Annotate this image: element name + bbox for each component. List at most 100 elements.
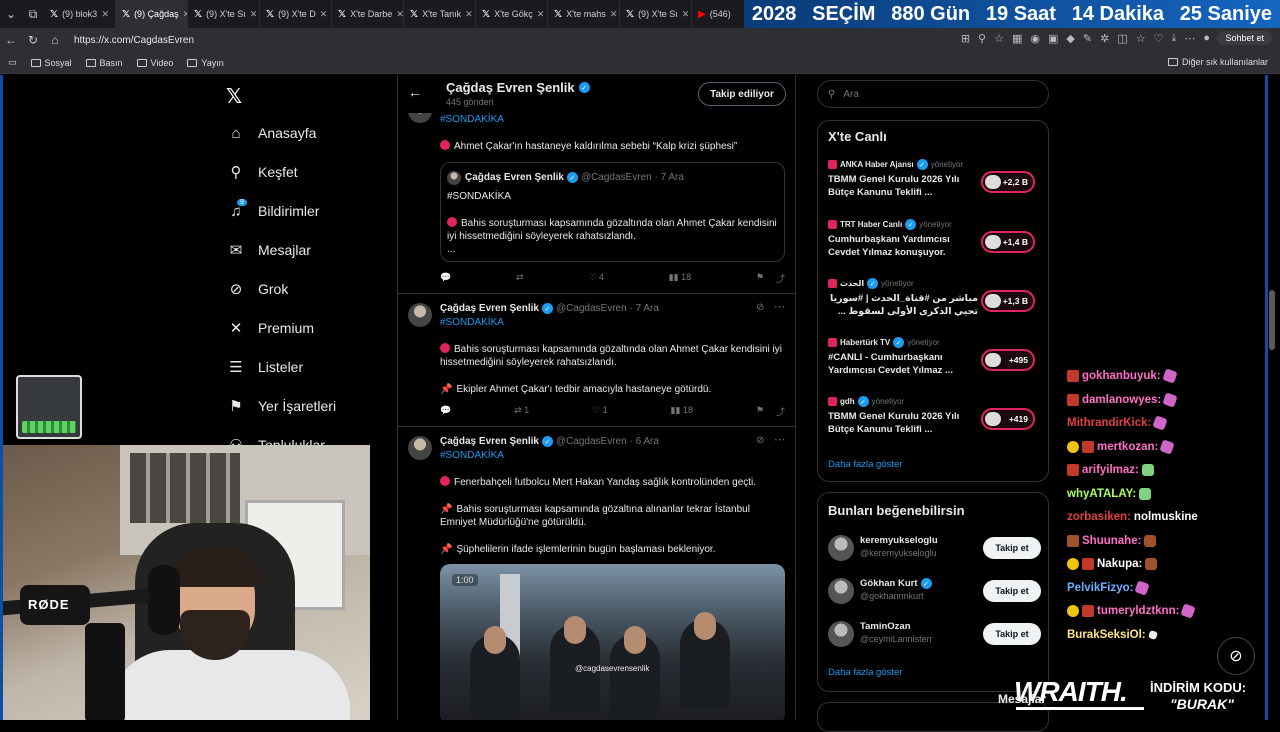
live-item[interactable]: الحدث ✓ yönetiyor مباشر من #قناة_الحدث | #س… bbox=[828, 278, 1043, 318]
split-view-icon[interactable]: ⊞ bbox=[961, 32, 970, 45]
post-hashtag[interactable]: #SONDAKİKA bbox=[440, 317, 504, 328]
follow-button[interactable]: Takip et bbox=[983, 623, 1041, 645]
close-icon[interactable]: ✕ bbox=[682, 9, 690, 20]
share-icon[interactable]: ⤴ bbox=[776, 405, 785, 418]
chat-username[interactable]: Nakupa: bbox=[1097, 558, 1142, 570]
bookmark-folder-other[interactable]: Diğer sık kullanılanlar bbox=[1167, 57, 1268, 67]
close-icon[interactable]: ✕ bbox=[101, 9, 109, 20]
live-listener-badge[interactable]: +1,4 B bbox=[981, 231, 1035, 253]
live-listener-badge[interactable]: +1,3 B bbox=[981, 290, 1035, 312]
suggestions-show-more-link[interactable]: Daha fazla göster bbox=[828, 667, 902, 678]
nav-item-5[interactable]: ✕ Premium bbox=[228, 320, 314, 337]
reload-button[interactable]: ↻ bbox=[22, 33, 44, 47]
live-show-more-link[interactable]: Daha fazla göster bbox=[828, 459, 902, 470]
chat-username[interactable]: PelvikFizyo: bbox=[1067, 582, 1133, 594]
browser-tab[interactable]: 𝕏 X'te Tanık ✕ bbox=[404, 0, 476, 28]
following-button[interactable]: Takip ediliyor bbox=[698, 82, 786, 106]
browser-tab[interactable]: 𝕏 (9) X'te D ✕ bbox=[260, 0, 332, 28]
repost-icon[interactable]: ⇄ bbox=[516, 272, 524, 285]
live-item[interactable]: TRT Haber Canlı ✓ yönetiyor Cumhurbaşkanı Y… bbox=[828, 219, 1043, 259]
chat-username[interactable]: BurakSeksiOl: bbox=[1067, 629, 1146, 641]
bookmark-folder-yayin[interactable]: Yayın bbox=[187, 58, 224, 68]
live-item[interactable]: gdh ✓ yönetiyor TBMM Genel Kurulu 2026 Yılı… bbox=[828, 396, 1043, 436]
copilot-chat-button[interactable]: Sohbet et bbox=[1217, 31, 1272, 45]
nav-item-7[interactable]: ⚑ Yer İşaretleri bbox=[228, 398, 336, 415]
chat-username[interactable]: gokhanbuyuk: bbox=[1082, 370, 1161, 382]
post-hashtag[interactable]: #SONDAKİKA bbox=[440, 450, 504, 461]
avatar[interactable] bbox=[828, 535, 854, 561]
bookmark-folder-sosyal[interactable]: Sosyal bbox=[30, 58, 72, 68]
suggestion-row[interactable]: keremyukseloglu @keremyukseloglu Takip et bbox=[828, 533, 1043, 563]
extension-icon[interactable]: ◉ bbox=[1030, 32, 1040, 45]
url-input[interactable]: https://x.com/CagdasEvren bbox=[74, 35, 194, 46]
search-input[interactable]: ⚲ Ara bbox=[817, 80, 1049, 108]
nav-item-3[interactable]: ✉ Mesajlar bbox=[228, 242, 311, 259]
nav-item-4[interactable]: ⊘ Grok bbox=[228, 281, 289, 298]
close-icon[interactable]: ✕ bbox=[537, 9, 545, 20]
favorites-icon[interactable]: ☆ bbox=[1136, 32, 1146, 45]
grok-icon[interactable]: ⊘ bbox=[756, 435, 764, 446]
chat-username[interactable]: damlanowyes: bbox=[1082, 394, 1161, 406]
bookmark-icon[interactable]: ⚑ bbox=[756, 272, 764, 285]
views-button[interactable]: ▮▮ 18 bbox=[671, 405, 693, 418]
chat-username[interactable]: zorbasiken: bbox=[1067, 511, 1131, 523]
bookmarks-menu-icon[interactable]: ▭ bbox=[8, 57, 17, 68]
avatar[interactable]: ● bbox=[1203, 32, 1210, 45]
chat-username[interactable]: MithrandirKick: bbox=[1067, 417, 1151, 429]
nav-item-6[interactable]: ☰ Listeler bbox=[228, 359, 303, 376]
post-author[interactable]: Çağdaş Evren Şenlik ✓ @CagdasEvren · 6 Ara bbox=[440, 436, 659, 447]
browser-tab[interactable]: 𝕏 (9) X'te Sı ✕ bbox=[188, 0, 260, 28]
avatar[interactable] bbox=[408, 436, 432, 460]
live-listener-badge[interactable]: +419 bbox=[981, 408, 1035, 430]
live-item[interactable]: ANKA Haber Ajansı ✓ yönetiyor TBMM Genel Ku… bbox=[828, 159, 1043, 199]
browser-tab[interactable]: 𝕏 X'te Darbe ✕ bbox=[332, 0, 404, 28]
home-icon[interactable]: ⌂ bbox=[44, 33, 66, 47]
avatar[interactable] bbox=[408, 303, 432, 327]
browser-tab[interactable]: 𝕏 (9) X'te Sı ✕ bbox=[620, 0, 692, 28]
browser-tab[interactable]: 𝕏 (9) blok3 ✕ bbox=[44, 0, 116, 28]
sidebar-icon[interactable]: ◫ bbox=[1117, 32, 1127, 45]
live-listener-badge[interactable]: +495 bbox=[981, 349, 1035, 371]
avatar[interactable] bbox=[828, 621, 854, 647]
chat-username[interactable]: arifyilmaz: bbox=[1082, 464, 1139, 476]
zoom-icon[interactable]: ⚲ bbox=[978, 32, 986, 45]
extension-icon[interactable]: ▣ bbox=[1048, 32, 1058, 45]
grok-floating-button[interactable]: ⊘ bbox=[1217, 637, 1255, 675]
nav-item-1[interactable]: ⚲ Keşfet bbox=[228, 164, 298, 181]
extension-icon[interactable]: ▦ bbox=[1012, 32, 1022, 45]
heart-icon[interactable]: ♡ bbox=[1154, 32, 1164, 45]
close-icon[interactable]: ✕ bbox=[465, 9, 473, 20]
close-icon[interactable]: ✕ bbox=[250, 9, 258, 20]
back-arrow-icon[interactable]: ← bbox=[408, 84, 422, 100]
download-icon[interactable]: ⤓ bbox=[1171, 32, 1176, 45]
more-options-icon[interactable]: ⋯ bbox=[774, 433, 785, 446]
reply-icon[interactable]: 💬 bbox=[440, 405, 451, 418]
extension-icon[interactable]: ✎ bbox=[1083, 32, 1092, 45]
chat-username[interactable]: whyATALAY: bbox=[1067, 488, 1136, 500]
puzzle-icon[interactable]: ✲ bbox=[1100, 32, 1109, 45]
repost-button[interactable]: ⇄ 1 bbox=[514, 405, 529, 418]
like-button[interactable]: ♡ 4 bbox=[588, 272, 604, 285]
extension-icon[interactable]: ◆ bbox=[1066, 32, 1074, 45]
tab-groups-icon[interactable]: ⧉ bbox=[22, 7, 44, 22]
chat-username[interactable]: tumeryldztknn: bbox=[1097, 605, 1179, 617]
nav-item-0[interactable]: ⌂ Anasayfa bbox=[228, 125, 316, 142]
star-icon[interactable]: ☆ bbox=[994, 32, 1004, 45]
bookmark-folder-video[interactable]: Video bbox=[136, 58, 173, 68]
like-button[interactable]: ♡ 1 bbox=[592, 405, 608, 418]
live-listener-badge[interactable]: +2,2 B bbox=[981, 171, 1035, 193]
chat-username[interactable]: Shuunahe: bbox=[1082, 535, 1141, 547]
avatar[interactable] bbox=[828, 578, 854, 604]
post-hashtag[interactable]: #SONDAKİKA bbox=[440, 114, 504, 125]
bookmark-folder-basin[interactable]: Basın bbox=[85, 58, 123, 68]
browser-tab[interactable]: 𝕏 X'te Gökç ✕ bbox=[476, 0, 548, 28]
follow-button[interactable]: Takip et bbox=[983, 580, 1041, 602]
share-icon[interactable]: ⤴ bbox=[776, 272, 785, 285]
scrollbar[interactable] bbox=[1269, 290, 1275, 350]
x-logo-icon[interactable]: 𝕏 bbox=[226, 84, 242, 109]
post-author[interactable]: Çağdaş Evren Şenlik ✓ @CagdasEvren · 7 Ara bbox=[440, 303, 659, 314]
suggestion-row[interactable]: Gökhan Kurt ✓ @gokhannnkurt Takip et bbox=[828, 576, 1043, 606]
more-options-icon[interactable]: ⋯ bbox=[774, 300, 785, 313]
nav-item-2[interactable]: ♫ 9 Bildirimler bbox=[228, 199, 319, 220]
live-item[interactable]: Habertürk TV ✓ yönetiyor #CANLI - Cumhurbaş… bbox=[828, 337, 1043, 377]
